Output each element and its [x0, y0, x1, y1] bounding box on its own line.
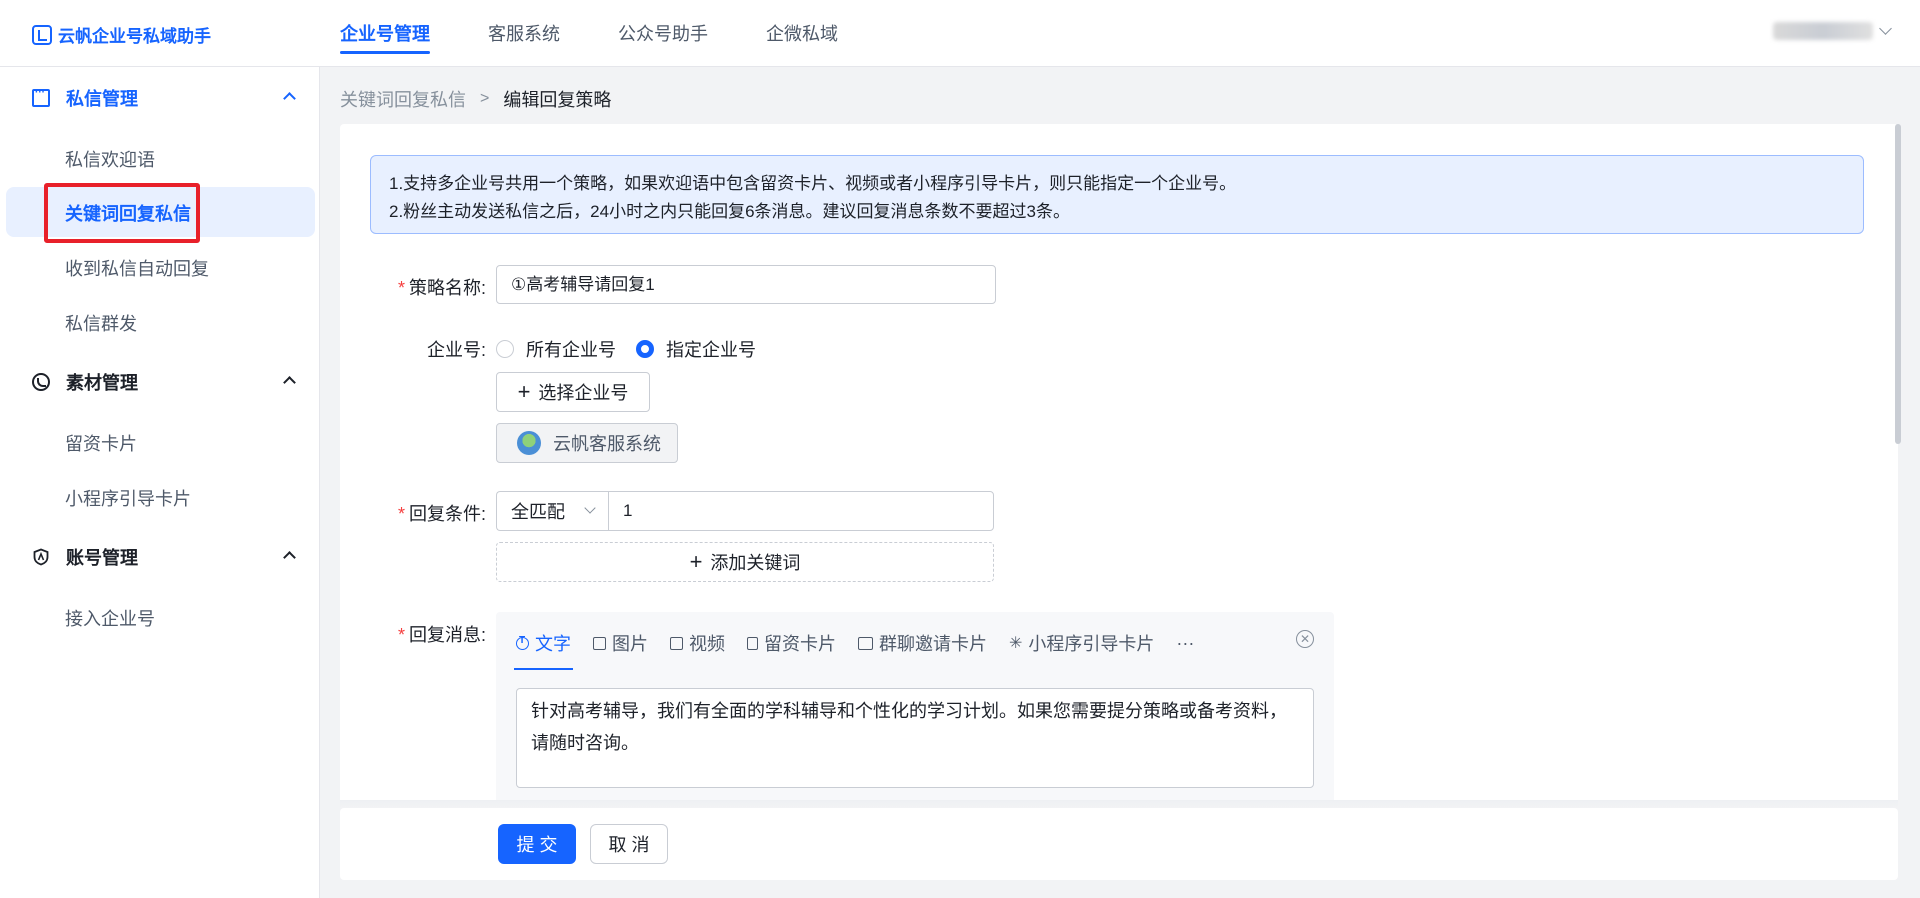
tab-video-label: 视频: [689, 634, 725, 654]
chevron-up-icon: [283, 376, 296, 389]
message-type-tabs: 文字 图片 视频 留资卡片 群聊邀请卡片 ✳ 小程序引导卡片 ··: [514, 628, 1216, 670]
tab-lead-card[interactable]: 留资卡片: [747, 628, 836, 658]
tab-miniprogram-label: 小程序引导卡片: [1028, 634, 1155, 654]
logo-icon: [32, 24, 52, 45]
account-label: 企业号:: [426, 340, 486, 360]
app-title: 云帆企业号私域助手: [58, 27, 211, 46]
sidebar-group-label: 账号管理: [66, 548, 138, 568]
reply-message-label: * 回复消息:: [340, 621, 486, 647]
notice-line-2: 2.粉丝主动发送私信之后，24小时之内只能回复6条消息。建议回复消息条数不要超过…: [389, 202, 1070, 221]
tab-text[interactable]: 文字: [514, 628, 573, 670]
required-mark: *: [397, 625, 405, 645]
user-menu[interactable]: [1773, 22, 1892, 40]
top-nav-tabs: 企业号管理 客服系统 公众号助手 企微私域: [340, 0, 896, 67]
tab-group-invite-label: 群聊邀请卡片: [879, 634, 987, 654]
sidebar-item-miniprogram-card[interactable]: 小程序引导卡片: [65, 485, 191, 511]
tab-miniprogram-card[interactable]: ✳ 小程序引导卡片: [1009, 628, 1154, 658]
selected-account-name: 云帆客服系统: [553, 434, 661, 454]
account-avatar: [517, 431, 541, 455]
page-scrollbar[interactable]: [1895, 124, 1901, 444]
tab-lead-card-label: 留资卡片: [764, 634, 836, 654]
topnav-tab-enterprise[interactable]: 企业号管理: [340, 0, 430, 67]
footer-divider: [340, 800, 1898, 808]
sidebar-group-messages[interactable]: 私信管理: [32, 85, 296, 111]
topnav-tab-customer-service[interactable]: 客服系统: [488, 0, 560, 67]
group-invite-icon: [858, 636, 873, 650]
notice-line-1: 1.支持多企业号共用一个策略，如果欢迎语中包含留资卡片、视频或者小程序引导卡片，…: [389, 174, 1237, 193]
add-keyword-button[interactable]: + 添加关键词: [496, 542, 994, 582]
top-navbar: 云帆企业号私域助手 企业号管理 客服系统 公众号助手 企微私域: [0, 0, 1920, 67]
plus-icon: +: [517, 379, 531, 404]
strategy-name-input[interactable]: ①高考辅导请回复1: [496, 265, 996, 304]
topnav-tab-official-account[interactable]: 公众号助手: [618, 0, 708, 67]
reply-message-label-text: 回复消息:: [408, 625, 486, 645]
tab-more[interactable]: ···: [1176, 628, 1194, 658]
account-radio-group: 所有企业号 指定企业号: [496, 336, 776, 362]
radio-all-accounts[interactable]: [496, 340, 514, 358]
sidebar-group-materials[interactable]: 素材管理: [32, 369, 296, 395]
select-account-button-label: 选择企业号: [538, 383, 629, 403]
breadcrumb-parent-link[interactable]: 关键词回复私信: [340, 86, 466, 112]
match-type-select[interactable]: 全匹配: [496, 491, 608, 531]
sidebar-group-label: 素材管理: [66, 373, 138, 393]
topnav-tab-wecom[interactable]: 企微私域: [766, 0, 838, 67]
tab-video[interactable]: 视频: [670, 628, 725, 658]
chevron-up-icon: [283, 551, 296, 564]
form-footer: 提 交 取 消: [340, 808, 1898, 880]
chevron-down-icon: [1879, 22, 1892, 35]
tab-text-label: 文字: [535, 634, 571, 654]
shield-icon: [33, 548, 49, 566]
radio-specific-account[interactable]: [636, 340, 654, 358]
match-type-value: 全匹配: [511, 502, 565, 522]
plus-icon: +: [689, 549, 703, 574]
strategy-name-label-text: 策略名称:: [408, 278, 486, 298]
breadcrumb-current: 编辑回复策略: [503, 90, 612, 110]
miniprogram-icon: ✳: [1009, 635, 1023, 652]
breadcrumb-separator: >: [480, 90, 490, 107]
chevron-down-icon: [584, 502, 596, 514]
strategy-name-label: * 策略名称:: [340, 274, 486, 300]
user-name-blurred: [1773, 22, 1873, 40]
chevron-up-icon: [283, 92, 296, 105]
video-icon: [670, 636, 683, 650]
keyword-input[interactable]: 1: [608, 491, 994, 531]
selected-account-tag[interactable]: 云帆客服系统: [496, 423, 678, 463]
edit-strategy-form: 1.支持多企业号共用一个策略，如果欢迎语中包含留资卡片、视频或者小程序引导卡片，…: [340, 124, 1898, 804]
image-icon: [593, 636, 606, 650]
red-highlight-box: [44, 183, 200, 243]
tab-image-label: 图片: [612, 634, 648, 654]
sidebar: 私信管理 私信欢迎语 关键词回复私信 收到私信自动回复 私信群发 素材管理 留资…: [0, 67, 320, 898]
submit-button[interactable]: 提 交: [498, 824, 576, 864]
text-icon: [516, 635, 529, 650]
sidebar-item-connect-account[interactable]: 接入企业号: [65, 605, 155, 631]
condition-label: * 回复条件:: [340, 500, 486, 526]
sidebar-item-welcome[interactable]: 私信欢迎语: [65, 146, 155, 172]
select-account-button[interactable]: + 选择企业号: [496, 372, 650, 412]
reply-content-textarea[interactable]: 针对高考辅导，我们有全面的学科辅导和个性化的学习计划。如果您需要提分策略或备考资…: [516, 688, 1314, 788]
chat-icon: [32, 87, 50, 107]
app-logo[interactable]: 云帆企业号私域助手: [32, 22, 211, 47]
cancel-button[interactable]: 取 消: [590, 824, 668, 864]
tab-group-invite-card[interactable]: 群聊邀请卡片: [858, 628, 987, 658]
info-notice: 1.支持多企业号共用一个策略，如果欢迎语中包含留资卡片、视频或者小程序引导卡片，…: [370, 155, 1864, 234]
sidebar-item-lead-card[interactable]: 留资卡片: [65, 430, 137, 456]
condition-label-text: 回复条件:: [408, 504, 486, 524]
required-mark: *: [397, 504, 405, 524]
close-icon[interactable]: ✕: [1296, 630, 1314, 648]
tab-image[interactable]: 图片: [593, 628, 648, 658]
add-keyword-label: 添加关键词: [710, 553, 801, 573]
sidebar-group-accounts[interactable]: 账号管理: [32, 544, 296, 570]
radio-specific-account-label[interactable]: 指定企业号: [666, 336, 756, 362]
radio-all-accounts-label[interactable]: 所有企业号: [526, 336, 616, 362]
breadcrumb: 关键词回复私信 > 编辑回复策略: [340, 86, 611, 112]
sidebar-item-auto-reply[interactable]: 收到私信自动回复: [65, 255, 209, 281]
material-icon: [32, 373, 50, 391]
required-mark: *: [397, 278, 405, 298]
sidebar-item-broadcast[interactable]: 私信群发: [65, 310, 137, 336]
sidebar-group-label: 私信管理: [66, 89, 138, 109]
reply-message-panel: 文字 图片 视频 留资卡片 群聊邀请卡片 ✳ 小程序引导卡片 ··: [496, 612, 1334, 804]
lead-card-icon: [747, 636, 758, 650]
